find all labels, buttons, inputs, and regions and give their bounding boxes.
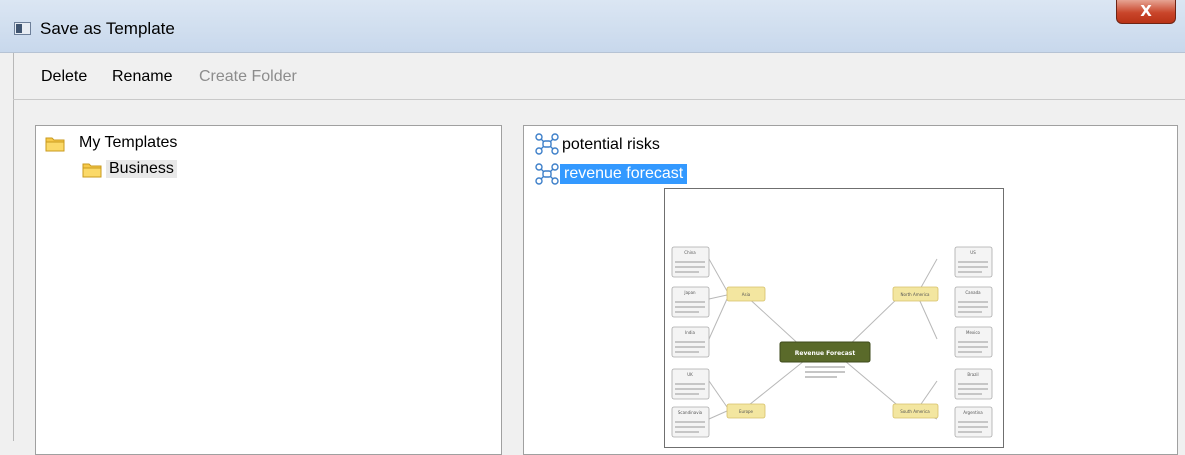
preview-node-label: Europe bbox=[739, 409, 754, 414]
template-item-potential-risks[interactable]: potential risks bbox=[562, 136, 660, 154]
preview-node-label: Mexico bbox=[966, 330, 981, 335]
preview-central-topic: Revenue Forecast bbox=[795, 350, 856, 357]
preview-node-label: North America bbox=[901, 292, 931, 297]
preview-node-label: India bbox=[685, 330, 695, 335]
delete-button[interactable]: Delete bbox=[41, 68, 87, 86]
preview-node-label: China bbox=[684, 250, 696, 255]
rename-button[interactable]: Rename bbox=[112, 68, 172, 86]
preview-node-label: UK bbox=[687, 372, 693, 377]
create-folder-button[interactable]: Create Folder bbox=[199, 68, 297, 86]
mindmap-thumbnail: China Japan India Asia UK Scandinavia Eu… bbox=[671, 246, 993, 438]
app-window-icon bbox=[14, 22, 31, 35]
preview-node-label: Argentina bbox=[963, 410, 983, 415]
preview-node-label: US bbox=[970, 250, 976, 255]
template-preview: China Japan India Asia UK Scandinavia Eu… bbox=[664, 188, 1004, 448]
tree-item-my-templates[interactable]: My Templates bbox=[79, 134, 177, 152]
template-item-revenue-forecast[interactable]: revenue forecast bbox=[560, 164, 688, 184]
preview-node-label: Japan bbox=[683, 290, 696, 295]
preview-node-label: South America bbox=[900, 409, 930, 414]
mindmap-icon bbox=[535, 133, 559, 155]
preview-node-label: Brazil bbox=[967, 372, 978, 377]
folder-icon bbox=[82, 163, 102, 178]
preview-node-label: Scandinavia bbox=[678, 410, 703, 415]
mindmap-icon bbox=[535, 163, 559, 185]
folder-icon bbox=[45, 137, 65, 152]
window-title: Save as Template bbox=[40, 19, 175, 38]
preview-node-label: Asia bbox=[742, 292, 751, 297]
title-bar: Save as Template X bbox=[0, 0, 1185, 53]
toolbar: Delete Rename Create Folder bbox=[13, 53, 1185, 99]
preview-node-label: Canada bbox=[965, 290, 981, 295]
folder-tree[interactable]: My Templates Business bbox=[35, 125, 502, 455]
tree-item-business[interactable]: Business bbox=[106, 160, 177, 178]
close-button[interactable]: X bbox=[1116, 0, 1176, 24]
